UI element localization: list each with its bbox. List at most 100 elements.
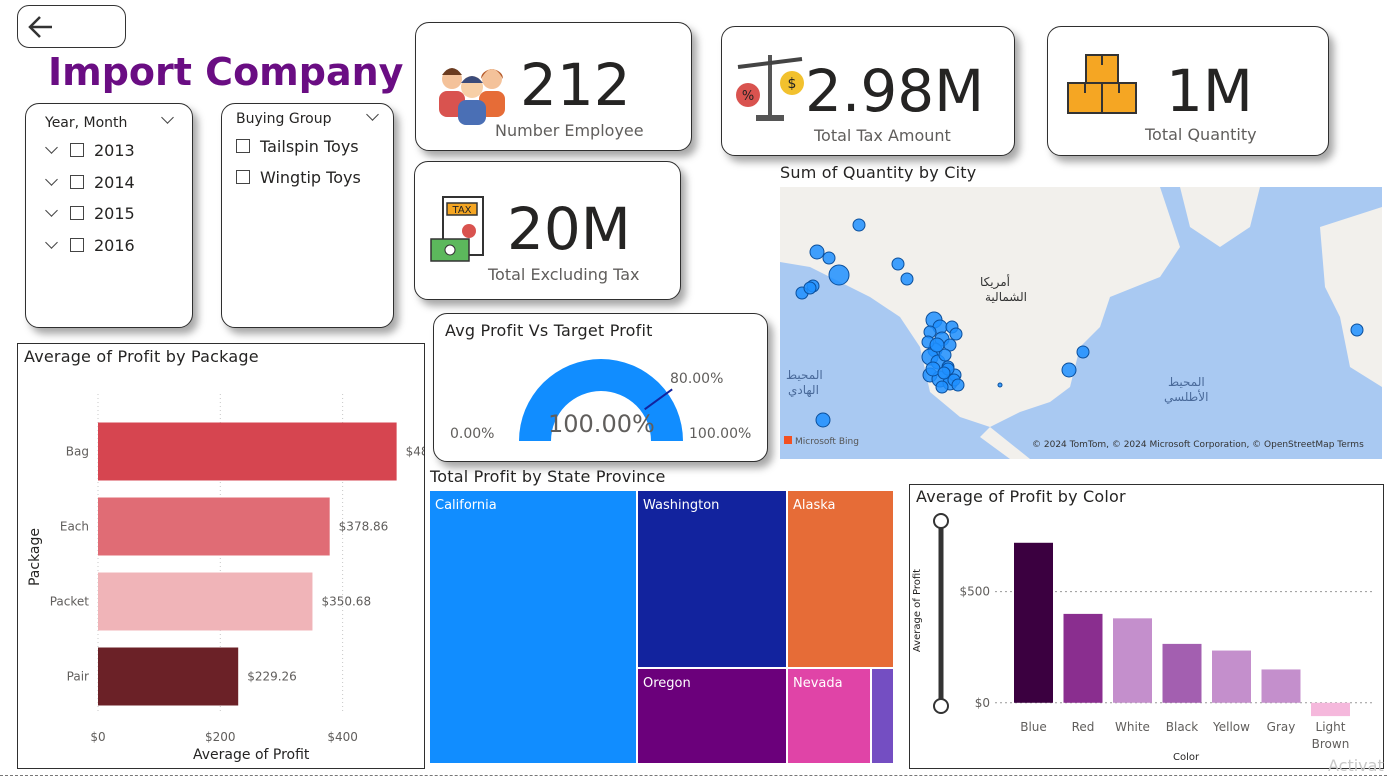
treemap-cell-alaska[interactable]: Alaska: [788, 491, 893, 667]
treemap-cell-california[interactable]: California: [430, 491, 636, 763]
y-axis-title: Average of Profit: [912, 568, 924, 653]
bar[interactable]: [1113, 618, 1152, 703]
map-bubble[interactable]: [935, 380, 949, 394]
bar[interactable]: [98, 422, 397, 481]
map-label-pacific-2: الهادي: [788, 383, 819, 397]
treemap[interactable]: California Washington Alaska Oregon Neva…: [430, 491, 893, 763]
slicer-item-2015[interactable]: 2015: [45, 202, 135, 224]
gauge-target-label: 80.00%: [670, 371, 724, 387]
map-label-north-america-2: الشمالية: [985, 290, 1027, 304]
bing-logo-icon: [784, 436, 792, 444]
treemap-cell-other[interactable]: [872, 669, 893, 763]
slicer-item-label: Tailspin Toys: [260, 136, 359, 156]
gauge-max-label: 100.00%: [689, 426, 752, 442]
treemap-label: Oregon: [643, 676, 691, 691]
slicer-item-2014[interactable]: 2014: [45, 171, 135, 193]
kpi-card-employees: 212 Number Employee: [415, 22, 692, 151]
map-attribution[interactable]: © 2024 TomTom, © 2024 Microsoft Corporat…: [1032, 440, 1364, 450]
map-bubble[interactable]: [809, 244, 825, 260]
map-bubble[interactable]: [828, 264, 850, 286]
map-bubble[interactable]: [815, 412, 831, 428]
bar[interactable]: [1261, 669, 1301, 703]
bar[interactable]: [98, 572, 313, 631]
bar[interactable]: [1014, 542, 1053, 703]
tax-document-icon: TAX: [430, 196, 484, 262]
bing-logo: Microsoft Bing: [784, 436, 859, 447]
kpi-label: Total Tax Amount: [814, 126, 951, 145]
y-axis-title: Package: [27, 527, 44, 587]
y-tick-label: $500: [959, 585, 990, 599]
checkbox[interactable]: [236, 170, 250, 184]
bar[interactable]: [98, 647, 239, 706]
svg-text:TAX: TAX: [451, 205, 471, 216]
map-bubble[interactable]: [997, 382, 1003, 388]
treemap-title: Total Profit by State Province: [430, 467, 666, 486]
map-bubble[interactable]: [949, 327, 963, 341]
map-visual[interactable]: أمريكا الشمالية المحيط الهادي المحيط الأ…: [780, 187, 1382, 459]
map-bubble[interactable]: [891, 257, 905, 271]
slicer-item-label: 2016: [94, 235, 135, 255]
back-button[interactable]: [17, 5, 126, 48]
y-tick-label: $0: [975, 696, 990, 710]
x-tick-label: Gray: [1267, 720, 1296, 734]
slicer-item-wingtip-toys[interactable]: Wingtip Toys: [236, 166, 361, 188]
y-tick-label: Packet: [50, 595, 90, 609]
kpi-card-excluding-tax: TAX 20M Total Excluding Tax: [414, 161, 681, 300]
map-bubble[interactable]: [1350, 323, 1364, 337]
package-chart-card: Average of Profit by Package $0 $200 $400 B…: [17, 343, 425, 769]
map-bubble[interactable]: [803, 281, 817, 295]
bar[interactable]: [1212, 650, 1251, 703]
checkbox[interactable]: [70, 143, 84, 157]
treemap-cell-nevada[interactable]: Nevada: [788, 669, 870, 763]
chevron-down-icon[interactable]: [45, 236, 58, 249]
map-bubble[interactable]: [822, 251, 836, 265]
bar[interactable]: [1162, 643, 1202, 703]
chevron-down-icon[interactable]: [45, 173, 58, 186]
range-slider-handle[interactable]: [933, 698, 949, 714]
slicer-item-2016[interactable]: 2016: [45, 234, 135, 256]
year-month-slicer: Year, Month 2013 2014 2015 2016: [25, 103, 193, 328]
chevron-down-icon[interactable]: [45, 204, 58, 217]
back-arrow-icon: [28, 16, 52, 38]
slicer-item-2013[interactable]: 2013: [45, 139, 135, 161]
x-tick-label: Light: [1316, 720, 1346, 734]
kpi-card-quantity: 1M Total Quantity: [1047, 26, 1329, 156]
bar[interactable]: [1311, 702, 1350, 717]
bar[interactable]: [98, 497, 330, 556]
x-tick-label: White: [1115, 720, 1150, 734]
checkbox[interactable]: [70, 206, 84, 220]
kpi-card-tax: % $ 2.98M Total Tax Amount: [721, 26, 1015, 156]
map-label-atlantic: المحيط: [1168, 375, 1205, 389]
map-bubble[interactable]: [929, 337, 945, 353]
map-bubble[interactable]: [1061, 362, 1077, 378]
y-tick-label: Bag: [66, 445, 89, 459]
checkbox[interactable]: [70, 175, 84, 189]
scale-icon: % $: [736, 55, 804, 121]
chevron-down-icon[interactable]: [366, 108, 379, 121]
treemap-label: Alaska: [793, 498, 836, 513]
kpi-value: 212: [520, 51, 631, 119]
map-bubble[interactable]: [900, 272, 914, 286]
map-bubble[interactable]: [937, 366, 951, 380]
map-bubble[interactable]: [951, 378, 965, 392]
bar[interactable]: [1063, 613, 1103, 703]
checkbox[interactable]: [70, 238, 84, 252]
map-land-europe: [1320, 207, 1382, 387]
data-label: $378.86: [339, 520, 389, 534]
checkbox[interactable]: [236, 139, 250, 153]
x-tick-label: Brown: [1312, 737, 1350, 751]
range-slider-handle[interactable]: [933, 513, 949, 529]
data-label: $229.26: [247, 670, 297, 684]
treemap-cell-washington[interactable]: Washington: [638, 491, 786, 667]
treemap-cell-oregon[interactable]: Oregon: [638, 669, 786, 763]
package-bar-chart: $0 $200 $400 Bag $488.31 Each $378.86 Packet $35…: [50, 394, 424, 744]
activation-watermark: Activat: [1328, 756, 1384, 775]
map-bubble[interactable]: [852, 218, 866, 232]
map-bubble[interactable]: [1076, 345, 1090, 359]
slicer-item-tailspin-toys[interactable]: Tailspin Toys: [236, 135, 359, 157]
x-tick-label: $200: [205, 730, 236, 744]
chevron-down-icon[interactable]: [161, 111, 174, 124]
chevron-down-icon[interactable]: [45, 141, 58, 154]
x-axis-title: Average of Profit: [193, 747, 310, 763]
svg-text:%: %: [742, 89, 754, 104]
